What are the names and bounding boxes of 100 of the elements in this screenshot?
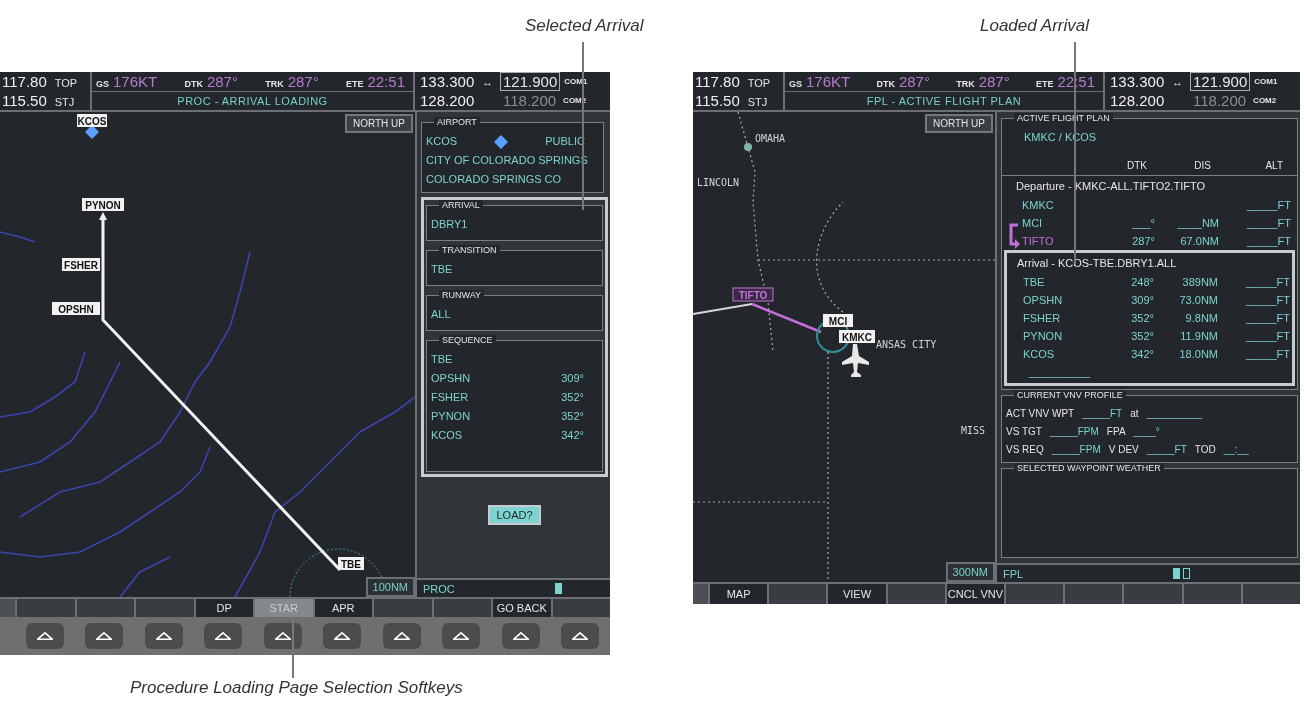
map-orientation-label: NORTH UP <box>344 114 413 133</box>
nav-station-id: TOP <box>747 77 771 89</box>
vnv-value: _____FT <box>1082 407 1123 421</box>
airport-icon <box>85 125 99 139</box>
softkey-button[interactable] <box>85 623 124 649</box>
altitude: _____FT <box>1245 348 1290 360</box>
waypoint-label: OPSHN <box>52 302 100 315</box>
data-field-label: GS <box>96 79 109 89</box>
vnv-label: V DEV <box>1108 443 1139 457</box>
vnv-value: __:__ <box>1223 443 1249 457</box>
altitude: _____FT <box>1245 276 1290 288</box>
softkey-button[interactable] <box>561 623 600 649</box>
waypoint-name[interactable]: PYNON <box>1023 327 1104 345</box>
waypoint-label: KMKC <box>839 330 875 343</box>
airport-icon <box>494 134 509 149</box>
waypoint-label: MCI <box>823 314 853 327</box>
data-field-value: 287° <box>287 73 319 90</box>
desired-track: 248° <box>1131 276 1154 288</box>
triangle-icon <box>393 632 410 640</box>
softkey[interactable] <box>1122 584 1182 604</box>
procedure-value[interactable]: DBRY1 <box>431 215 598 234</box>
waypoint-name[interactable]: FSHER <box>1023 309 1104 327</box>
nav-station-id: TOP <box>54 77 78 89</box>
softkey-button[interactable] <box>144 623 183 649</box>
softkey-button[interactable] <box>442 623 481 649</box>
waypoint-name[interactable]: TBE <box>1023 273 1104 291</box>
softkey[interactable] <box>1181 584 1241 604</box>
airport-id: KCOS <box>426 134 458 149</box>
softkey[interactable] <box>1063 584 1123 604</box>
callout-caption: Selected Arrival <box>525 16 644 36</box>
softkey[interactable] <box>885 584 945 604</box>
softkey-button[interactable] <box>382 623 421 649</box>
distance: 67.0NM <box>1180 235 1219 247</box>
softkey[interactable] <box>15 599 75 617</box>
softkey[interactable] <box>74 599 134 617</box>
end-of-plan-marker: __________ <box>1028 365 1092 380</box>
nav-frequency: 115.50 <box>2 92 47 109</box>
distance: 11.9NM <box>1180 330 1218 342</box>
softkey[interactable] <box>767 584 827 604</box>
softkey[interactable] <box>134 599 194 617</box>
waypoint-name: FSHER <box>431 390 469 405</box>
data-field-value: 287° <box>206 73 238 90</box>
group-title: AIRPORT <box>434 117 480 127</box>
map-place-label: ANSAS CITY <box>876 339 937 350</box>
waypoint-name: OPSHN <box>431 371 471 386</box>
waypoint-name[interactable]: OPSHN <box>1023 291 1104 309</box>
page-group-label: FPL <box>1003 567 1024 580</box>
vnv-value: __________ <box>1146 407 1203 421</box>
softkey-button[interactable] <box>25 623 64 649</box>
data-field-value: 287° <box>898 73 930 90</box>
airplane-icon <box>842 344 869 377</box>
procedure-value[interactable]: ALL <box>431 305 598 324</box>
softkey[interactable] <box>431 599 491 617</box>
group-title: ARRIVAL <box>439 200 483 210</box>
data-field-label: GS <box>789 79 802 89</box>
desired-track: 352° <box>1131 312 1154 324</box>
softkey[interactable]: DP <box>193 599 253 617</box>
softkey-button[interactable] <box>323 623 362 649</box>
map-place-label: LINCOLN <box>697 177 740 188</box>
softkey[interactable] <box>372 599 432 617</box>
data-field-label: TRK <box>956 79 975 89</box>
softkey[interactable] <box>1004 584 1064 604</box>
vnv-value: _____FPM <box>1049 425 1099 439</box>
softkey[interactable]: MAP <box>708 584 768 604</box>
waypoint-name[interactable]: KMKC <box>1022 196 1105 214</box>
softkey[interactable]: APR <box>312 599 372 617</box>
data-field-value: 22:51 <box>367 73 405 90</box>
softkey-button[interactable] <box>204 623 243 649</box>
softkey[interactable] <box>550 599 610 617</box>
softkey-button[interactable] <box>501 623 540 649</box>
waypoint-name[interactable]: TIFTO <box>1022 232 1105 250</box>
load-button[interactable]: LOAD? <box>488 505 541 525</box>
altitude: _____FT <box>1245 330 1290 342</box>
desired-track: 287° <box>1132 235 1155 247</box>
softkey[interactable] <box>1240 584 1301 604</box>
triangle-icon <box>155 632 172 640</box>
vnv-label: VS REQ <box>1006 443 1044 457</box>
softkey[interactable]: VIEW <box>826 584 886 604</box>
distance: 18.0NM <box>1179 348 1218 360</box>
data-field-value: 176KT <box>806 73 851 90</box>
nav-station-id: STJ <box>747 96 768 108</box>
vnv-value: _____FT <box>1146 443 1187 457</box>
com-active-frequency: 128.200 <box>420 92 476 109</box>
waypoint-name[interactable]: KCOS <box>1023 345 1104 363</box>
group-title: SELECTED WAYPOINT WEATHER <box>1014 463 1164 473</box>
com-active-frequency: 133.300 <box>1110 73 1166 90</box>
triangle-icon <box>334 632 351 640</box>
waypoint-label: TBE <box>338 557 364 570</box>
procedure-value[interactable]: TBE <box>431 260 598 279</box>
column-header: DIS <box>1193 159 1212 173</box>
softkey[interactable]: CNCL VNV <box>944 584 1004 604</box>
vnv-label: FPA <box>1106 425 1126 439</box>
callout-caption: Loaded Arrival <box>980 16 1089 36</box>
triangle-icon <box>572 632 589 640</box>
nav-frequency: 117.80 <box>2 73 47 90</box>
airport-type: PUBLIC <box>545 134 585 149</box>
com-label: COM2 <box>1253 96 1277 105</box>
softkey-button[interactable] <box>263 623 302 649</box>
waypoint-name[interactable]: MCI <box>1022 214 1105 232</box>
softkey[interactable]: GO BACK <box>491 599 551 617</box>
